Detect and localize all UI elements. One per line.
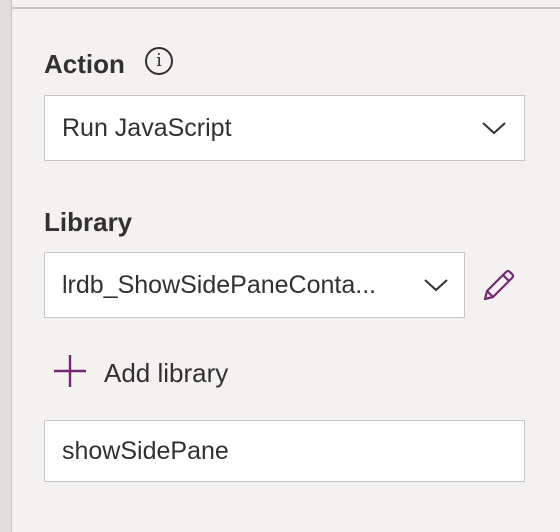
add-library-button[interactable]: Add library [52, 353, 228, 393]
chevron-down-icon [412, 253, 460, 317]
function-name-value: showSidePane [62, 436, 229, 465]
panel-top-border [12, 0, 560, 9]
plus-icon [52, 353, 88, 394]
info-icon[interactable]: i [145, 47, 173, 75]
chevron-down-icon [470, 96, 518, 160]
library-label: Library [44, 207, 133, 237]
action-properties-panel: Action i Run JavaScript Library lrdb_Sho… [12, 9, 560, 532]
add-library-label: Add library [104, 357, 229, 388]
action-label: Action [44, 49, 125, 79]
action-dropdown-value: Run JavaScript [62, 113, 232, 142]
library-dropdown[interactable]: lrdb_ShowSidePaneConta... [44, 252, 465, 318]
function-name-input[interactable]: showSidePane [44, 420, 525, 482]
library-dropdown-value: lrdb_ShowSidePaneConta... [62, 270, 377, 299]
pencil-icon[interactable] [480, 266, 518, 304]
panel-left-border [0, 0, 12, 532]
action-dropdown[interactable]: Run JavaScript [44, 95, 525, 161]
